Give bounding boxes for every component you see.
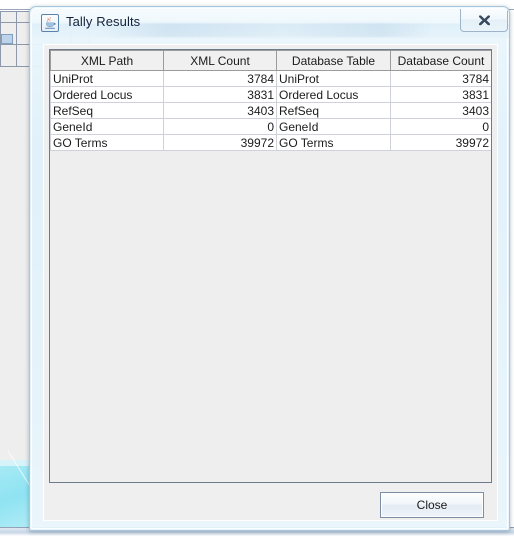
java-coffee-cup-icon xyxy=(41,14,59,32)
cell-database-table: RefSeq xyxy=(276,102,391,119)
cell-xml-path: GO Terms xyxy=(50,134,164,151)
desktop-accent-area xyxy=(0,466,30,536)
cell-database-count: 39972 xyxy=(390,134,491,151)
column-header-database-count[interactable]: Database Count xyxy=(390,50,491,71)
window-close-button[interactable] xyxy=(460,9,508,32)
tally-results-table: XML Path XML Count Database Table Databa… xyxy=(50,50,491,151)
cell-database-count: 3784 xyxy=(390,70,491,87)
cell-database-count: 3403 xyxy=(390,102,491,119)
cell-xml-count: 3403 xyxy=(163,102,277,119)
cell-xml-count: 0 xyxy=(163,118,277,135)
dialog-client-area: XML Path XML Count Database Table Databa… xyxy=(43,44,498,521)
table-row[interactable]: RefSeq 3403 RefSeq 3403 xyxy=(50,102,491,119)
cell-database-table: GeneId xyxy=(276,118,391,135)
dialog-title: Tally Results xyxy=(66,14,141,29)
table-header-row: XML Path XML Count Database Table Databa… xyxy=(50,50,491,71)
table-row[interactable]: GO Terms 39972 GO Terms 39972 xyxy=(50,134,491,151)
results-scroll-pane[interactable]: XML Path XML Count Database Table Databa… xyxy=(49,49,492,483)
titlebar-sheen xyxy=(102,23,432,37)
column-header-xml-count[interactable]: XML Count xyxy=(163,50,277,71)
table-row[interactable]: Ordered Locus 3831 Ordered Locus 3831 xyxy=(50,86,491,103)
dialog-titlebar[interactable]: Tally Results xyxy=(32,9,509,38)
cell-xml-count: 3831 xyxy=(163,86,277,103)
table-row[interactable]: UniProt 3784 UniProt 3784 xyxy=(50,70,491,87)
cell-xml-path: GeneId xyxy=(50,118,164,135)
cell-xml-count: 39972 xyxy=(163,134,277,151)
screen: Tally Results XML Path XML Count Databas… xyxy=(0,0,514,536)
table-row[interactable]: GeneId 0 GeneId 0 xyxy=(50,118,491,135)
background-grid-selected-cell xyxy=(1,34,13,44)
cell-database-table: GO Terms xyxy=(276,134,391,151)
close-x-icon xyxy=(478,15,490,25)
column-header-xml-path[interactable]: XML Path xyxy=(50,50,164,71)
cell-database-count: 3831 xyxy=(390,86,491,103)
cell-database-table: Ordered Locus xyxy=(276,86,391,103)
column-header-database-table[interactable]: Database Table xyxy=(276,50,391,71)
cell-database-table: UniProt xyxy=(276,70,391,87)
cell-xml-path: Ordered Locus xyxy=(50,86,164,103)
cell-database-count: 0 xyxy=(390,118,491,135)
close-button[interactable]: Close xyxy=(380,492,484,518)
cell-xml-count: 3784 xyxy=(163,70,277,87)
tally-results-dialog: Tally Results XML Path XML Count Databas… xyxy=(29,6,510,531)
cell-xml-path: UniProt xyxy=(50,70,164,87)
cell-xml-path: RefSeq xyxy=(50,102,164,119)
